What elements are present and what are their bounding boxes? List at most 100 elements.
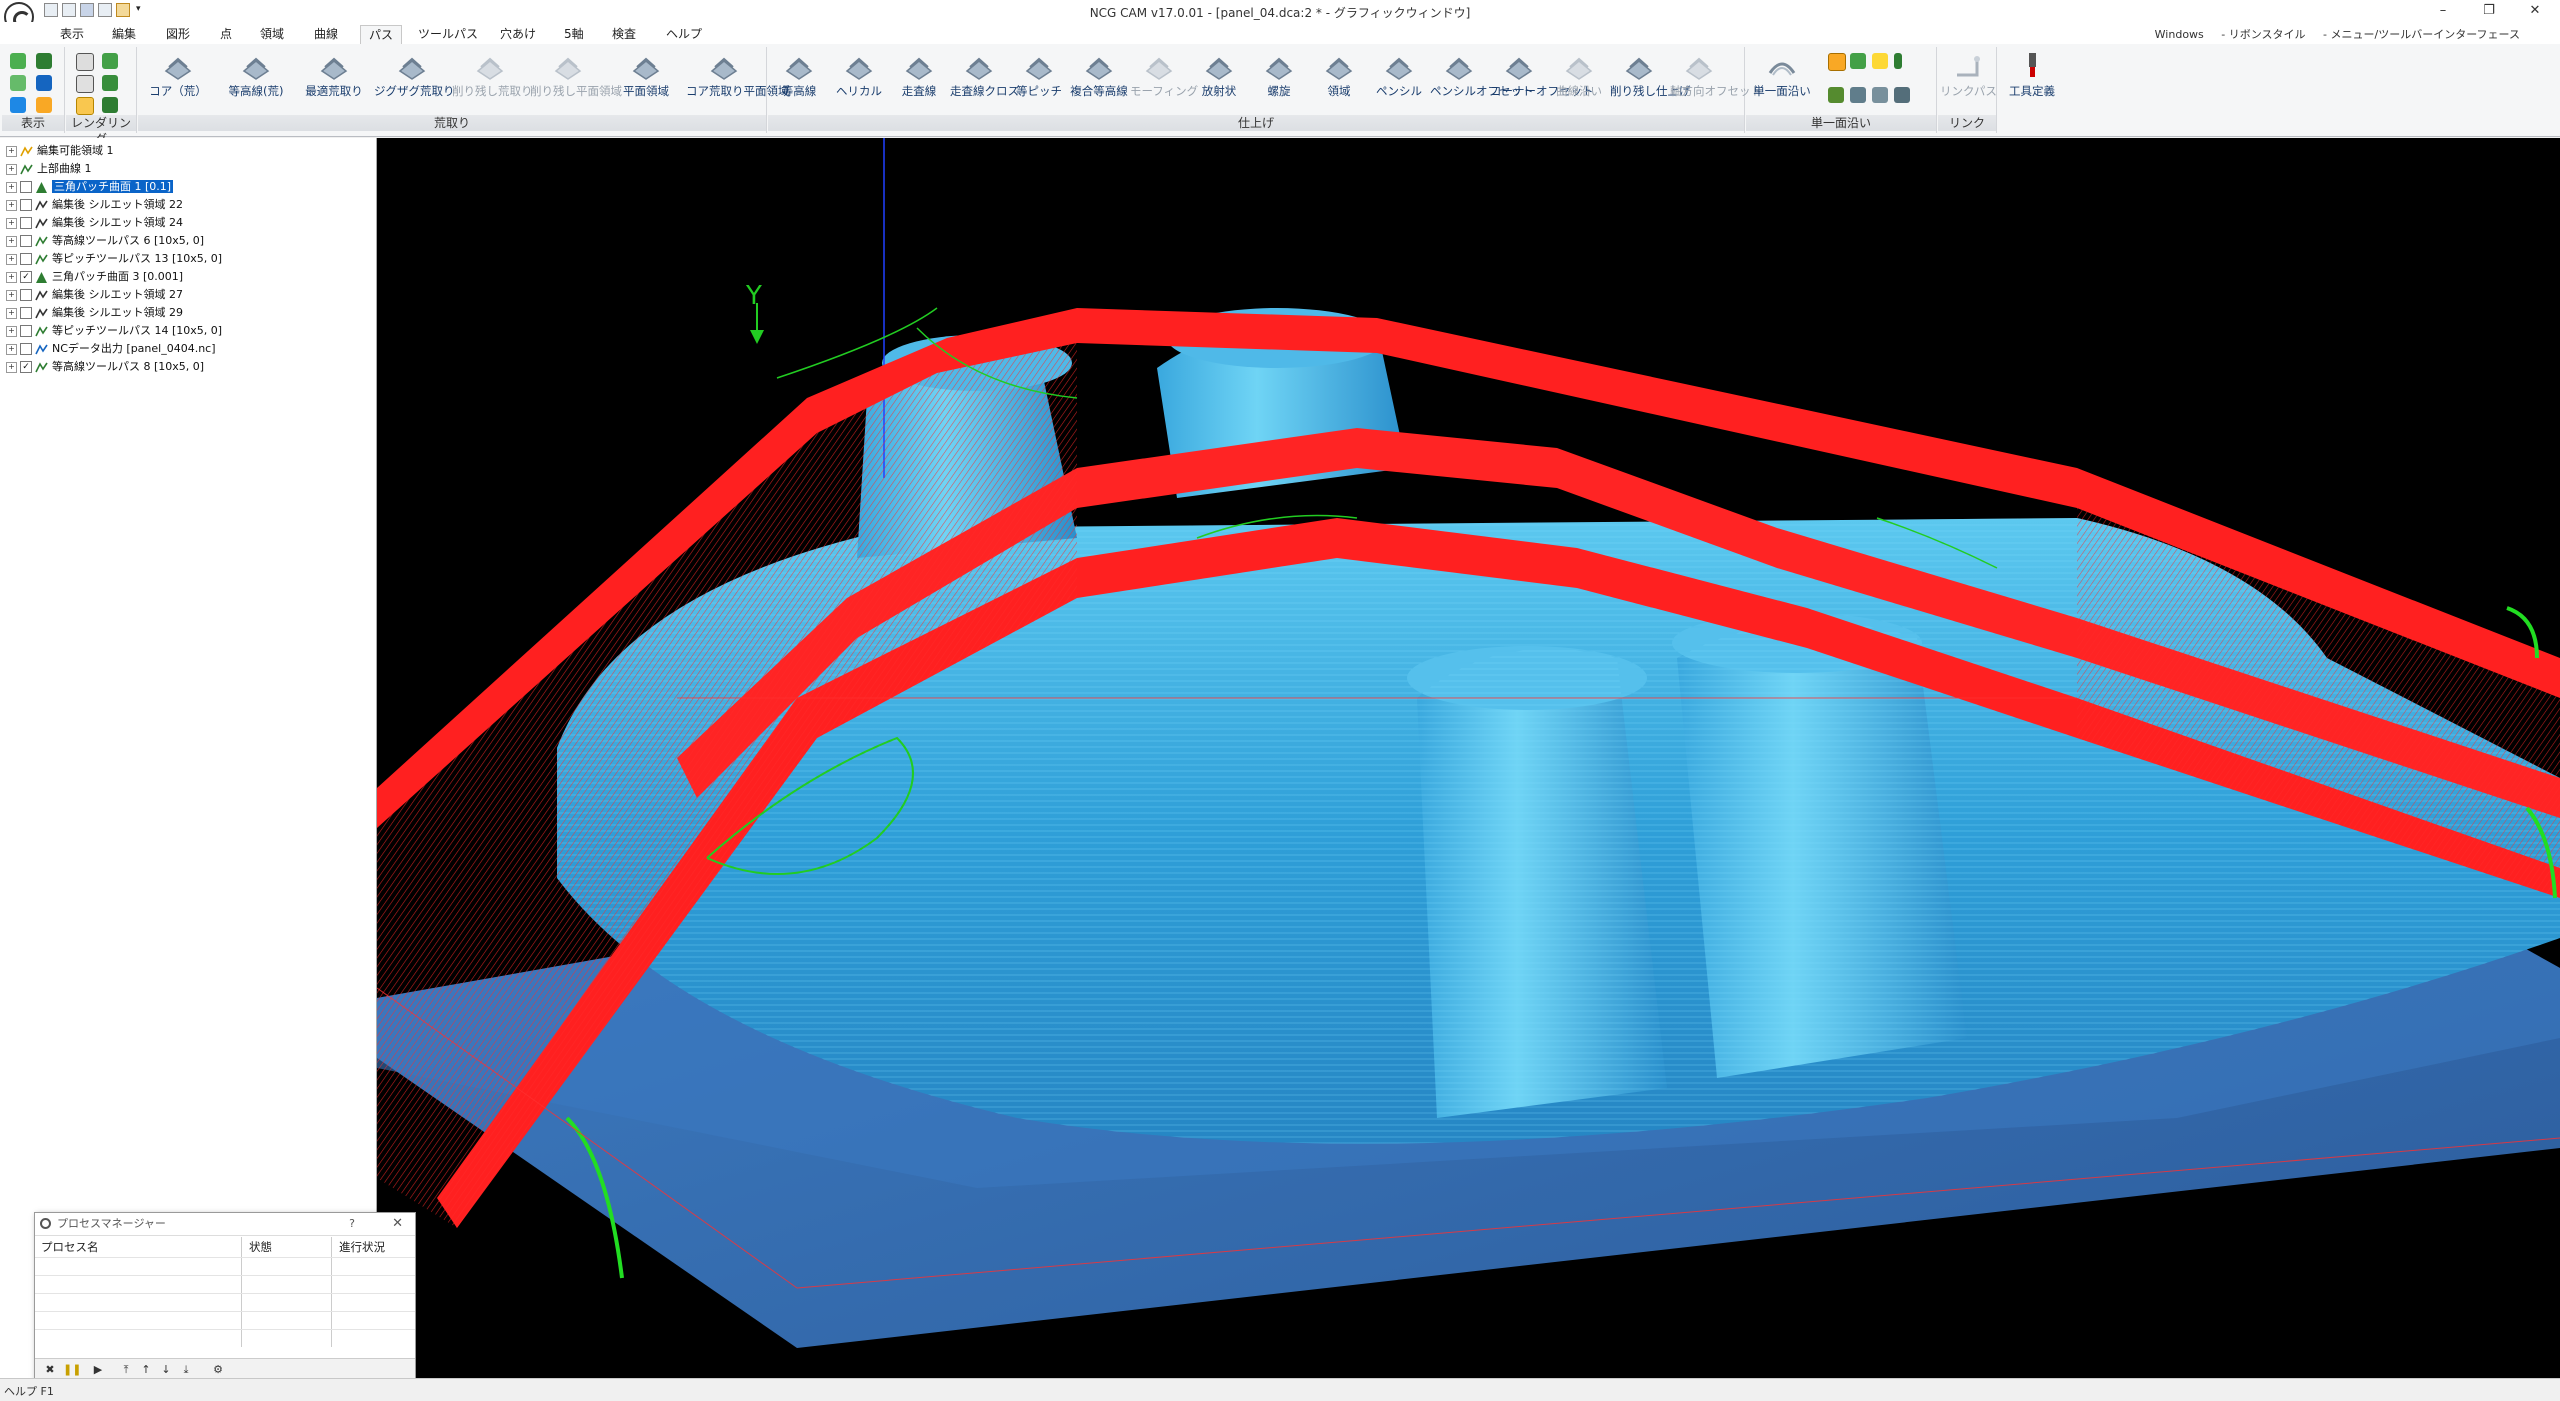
expand-icon[interactable]: + (6, 181, 17, 193)
finish-button-15[interactable]: 軸方向オフセット (1670, 51, 1762, 99)
tree-item[interactable]: + ✓ 等高線ツールパス 8 [10x5, 0] (6, 358, 204, 375)
tree-item[interactable]: + 編集後 シルエット領域 22 (6, 196, 183, 213)
finish-button-5[interactable]: 複合等高線 (1070, 51, 1128, 99)
rough-button-2[interactable]: 最適荒取り (296, 51, 372, 99)
link-path-button[interactable]: リンクパス (1940, 51, 1997, 99)
tree-item[interactable]: + 等ピッチツールパス 13 [10x5, 0] (6, 250, 222, 267)
tab-shape[interactable]: 図形 (158, 25, 198, 44)
tab-view[interactable]: 表示 (52, 25, 92, 44)
expand-icon[interactable]: + (6, 163, 17, 175)
tab-inspect[interactable]: 検査 (604, 25, 644, 44)
expand-icon[interactable]: + (6, 199, 17, 211)
visibility-checkbox[interactable] (20, 289, 32, 301)
finish-button-2[interactable]: 走査線 (890, 51, 948, 99)
rough-button-0[interactable]: コア（荒） (140, 51, 216, 99)
expand-icon[interactable]: + (6, 217, 17, 229)
column-status[interactable]: 状態 (249, 1239, 272, 1255)
play-icon[interactable]: ▶ (91, 1363, 105, 1377)
expand-icon[interactable]: + (6, 325, 17, 337)
expand-icon[interactable]: + (6, 235, 17, 247)
tab-toolpath[interactable]: ツールパス (410, 25, 486, 44)
expand-icon[interactable]: + (6, 271, 17, 283)
visibility-checkbox[interactable] (20, 343, 32, 355)
column-process-name[interactable]: プロセス名 (41, 1239, 99, 1255)
visibility-checkbox[interactable] (20, 325, 32, 337)
move-down-icon[interactable]: ↓ (159, 1363, 173, 1377)
render-shade-icon[interactable] (102, 53, 118, 69)
tab-help[interactable]: ヘルプ (658, 25, 710, 44)
render-wire-icon[interactable] (76, 53, 94, 71)
windows-menu[interactable]: Windows (2155, 28, 2204, 41)
view-solid-icon[interactable] (10, 53, 26, 69)
settings-icon[interactable]: ⚙ (211, 1363, 225, 1377)
finish-button-8[interactable]: 螺旋 (1250, 51, 1308, 99)
visibility-checkbox[interactable] (20, 307, 32, 319)
arrow-up-icon[interactable] (1850, 53, 1866, 69)
zoom-fit-icon[interactable] (10, 97, 26, 113)
expand-icon[interactable]: + (6, 145, 17, 157)
process-manager-titlebar[interactable]: プロセスマネージャー ? ✕ (35, 1213, 415, 1236)
finish-button-6[interactable]: モーフィング (1130, 51, 1198, 99)
tab-point[interactable]: 点 (212, 25, 240, 44)
cam-model-canvas[interactable]: Y (377, 138, 2560, 1378)
single-surface-button[interactable]: 単一面沿い (1750, 51, 1814, 99)
tree-item[interactable]: + 上部曲線 1 (6, 160, 92, 177)
render-mixed-icon[interactable] (102, 75, 118, 91)
close-button[interactable]: ✕ (392, 1213, 403, 1235)
finish-button-11[interactable]: ペンシルオフセット (1430, 51, 1534, 99)
rough-button-4[interactable]: 削り残し荒取り (452, 51, 533, 99)
finish-button-4[interactable]: 等ピッチ (1010, 51, 1068, 99)
finish-button-3[interactable]: 走査線クロス (950, 51, 1019, 99)
view-side-icon[interactable] (36, 75, 52, 91)
visibility-checkbox[interactable] (20, 235, 32, 247)
expand-icon[interactable]: + (6, 289, 17, 301)
finish-button-1[interactable]: ヘリカル (830, 51, 888, 99)
help-button[interactable]: ? (349, 1213, 355, 1235)
expand-icon[interactable]: + (6, 307, 17, 319)
finish-button-7[interactable]: 放射状 (1190, 51, 1248, 99)
tree-item[interactable]: + NCデータ出力 [panel_0404.nc] (6, 340, 216, 357)
render-color-icon[interactable] (102, 97, 118, 113)
tab-5axis[interactable]: 5軸 (556, 25, 592, 44)
expand-icon[interactable]: + (6, 343, 17, 355)
tab-curve[interactable]: 曲線 (306, 25, 346, 44)
graphic-viewport[interactable]: Y (377, 138, 2560, 1378)
move-bottom-icon[interactable]: ⤓ (179, 1363, 193, 1377)
visibility-checkbox[interactable] (20, 217, 32, 229)
toolbar-interface-menu[interactable]: - メニュー/ツールバーインターフェース (2323, 28, 2520, 41)
ribbon-style-menu[interactable]: - リボンスタイル (2221, 28, 2305, 41)
tree-item[interactable]: + 等高線ツールパス 6 [10x5, 0] (6, 232, 204, 249)
tab-drilling[interactable]: 穴あけ (492, 25, 544, 44)
direction-icon[interactable] (1828, 53, 1846, 71)
finish-button-14[interactable]: 削り残し仕上げ (1610, 51, 1691, 99)
bar-icon[interactable] (1894, 53, 1902, 69)
rough-button-7[interactable]: コア荒取り平面領域 (686, 51, 790, 99)
move-icon[interactable] (1828, 87, 1844, 103)
close-button[interactable]: ✕ (2512, 0, 2558, 22)
move-up-icon[interactable]: ↑ (139, 1363, 153, 1377)
tree-item[interactable]: + ✓ 三角パッチ曲面 3 [0.001] (6, 268, 183, 285)
tree-item[interactable]: + 編集後 シルエット領域 27 (6, 286, 183, 303)
finish-button-13[interactable]: 曲線沿い (1550, 51, 1608, 99)
rough-button-1[interactable]: 等高線(荒) (218, 51, 294, 99)
visibility-checkbox[interactable]: ✓ (20, 361, 32, 373)
finish-button-0[interactable]: 等高線 (770, 51, 828, 99)
expand-icon[interactable]: + (6, 253, 17, 265)
tab-edit[interactable]: 編集 (104, 25, 144, 44)
pan-icon[interactable] (36, 97, 52, 113)
visibility-checkbox[interactable] (20, 253, 32, 265)
maximize-button[interactable]: ❐ (2466, 0, 2512, 22)
minimize-button[interactable]: – (2420, 0, 2466, 22)
pause-icon[interactable]: ❚❚ (63, 1363, 81, 1377)
rough-button-5[interactable]: 削り残し平面領域 (530, 51, 622, 99)
tab-path[interactable]: パス (360, 25, 403, 45)
tree-item[interactable]: + 三角パッチ曲面 1 [0.1] (6, 178, 174, 195)
stack-icon[interactable] (1872, 87, 1888, 103)
expand-icon[interactable]: + (6, 361, 17, 373)
view-iso-icon[interactable] (36, 53, 52, 69)
render-active-icon[interactable] (76, 97, 94, 115)
tree-item[interactable]: + 等ピッチツールパス 14 [10x5, 0] (6, 322, 222, 339)
rough-button-3[interactable]: ジグザグ荒取り (374, 51, 455, 99)
render-hidden-icon[interactable] (76, 75, 94, 93)
cancel-icon[interactable]: ✖ (43, 1363, 57, 1377)
